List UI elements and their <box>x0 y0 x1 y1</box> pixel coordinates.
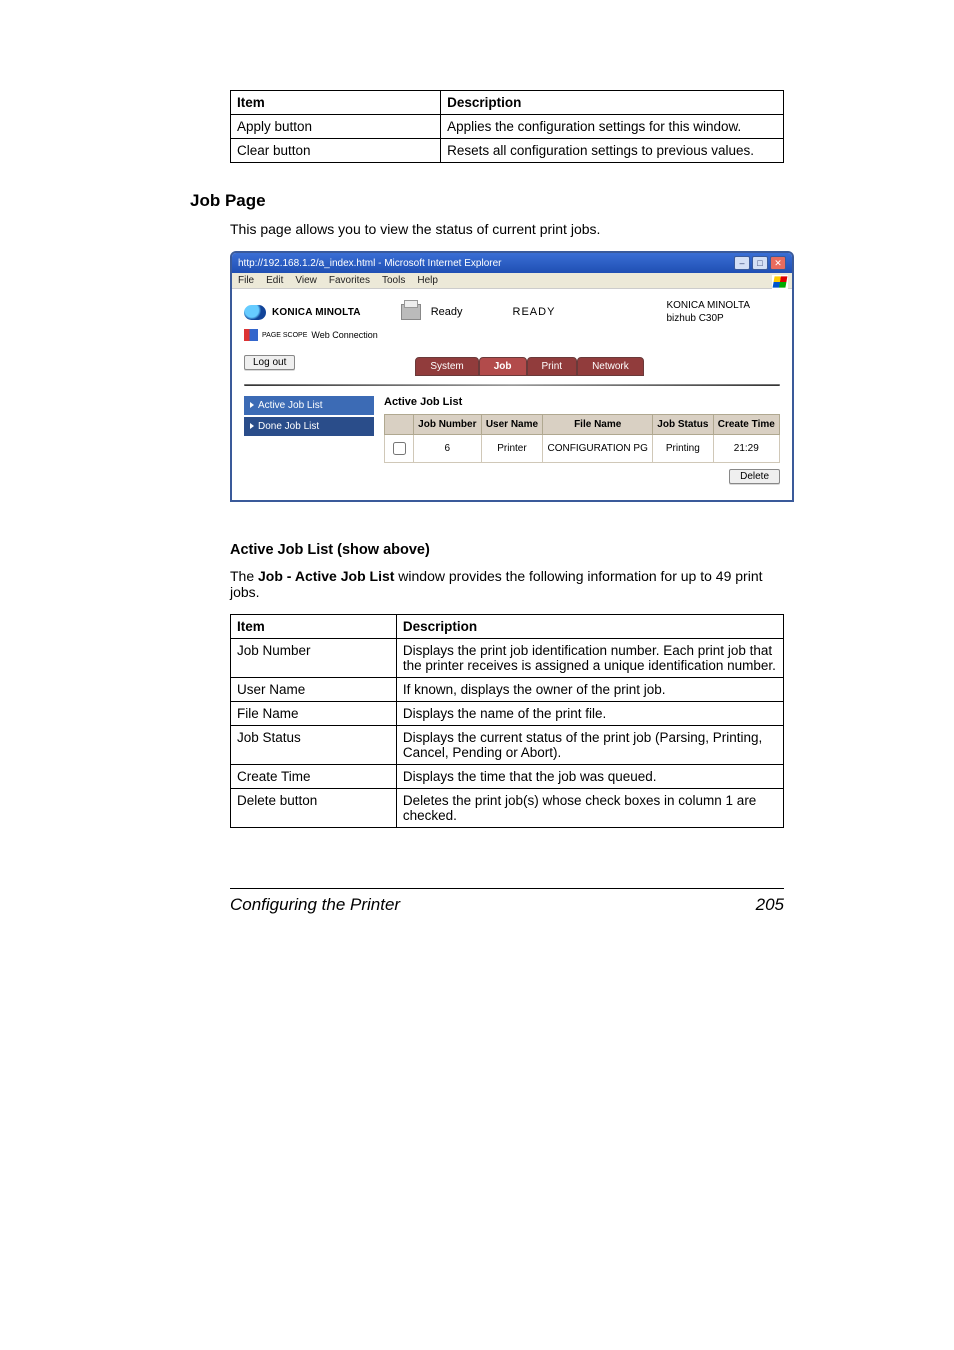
col-jobno: Job Number <box>414 415 482 435</box>
col-time: Create Time <box>713 415 779 435</box>
cell-jobno: 6 <box>414 435 482 463</box>
details-header-desc: Description <box>396 615 783 639</box>
job-details-table: Item Description Job NumberDisplays the … <box>230 614 784 828</box>
pagescope-icon <box>244 329 258 341</box>
details-item: Job Status <box>231 726 397 765</box>
tab-print[interactable]: Print <box>527 357 578 376</box>
header-item: Item <box>231 91 441 115</box>
tab-job[interactable]: Job <box>479 357 527 376</box>
joblist-title: Active Job List <box>384 396 780 408</box>
sidebar-item-done-jobs[interactable]: Done Job List <box>244 417 374 436</box>
intro-prefix: The <box>230 568 258 584</box>
ie-menubar: File Edit View Favorites Tools Help <box>232 273 792 289</box>
menu-favorites[interactable]: Favorites <box>329 275 370 286</box>
window-title: http://192.168.1.2/a_index.html - Micros… <box>238 258 501 269</box>
details-item: Delete button <box>231 789 397 828</box>
ready-status: READY <box>513 306 556 318</box>
window-titlebar: http://192.168.1.2/a_index.html - Micros… <box>232 253 792 273</box>
menu-file[interactable]: File <box>238 275 254 286</box>
job-page-heading: Job Page <box>190 191 784 211</box>
clear-button-desc: Resets all configuration settings to pre… <box>441 139 784 163</box>
cell-user: Printer <box>481 435 543 463</box>
minimize-icon[interactable]: – <box>734 256 750 270</box>
intro-bold: Job - Active Job List <box>258 568 394 584</box>
cell-file: CONFIGURATION PG <box>543 435 653 463</box>
device-model: bizhub C30P <box>666 313 723 324</box>
details-item: User Name <box>231 678 397 702</box>
joblist-panel: Active Job List Job Number User Name Fil… <box>384 396 780 484</box>
header-desc: Description <box>441 91 784 115</box>
cell-status: Printing <box>653 435 713 463</box>
tab-network[interactable]: Network <box>577 357 644 376</box>
details-desc: If known, displays the owner of the prin… <box>396 678 783 702</box>
globe-icon <box>244 305 266 320</box>
tab-system[interactable]: System <box>415 357 478 376</box>
ie-flag-icon <box>772 275 788 289</box>
maximize-icon[interactable]: □ <box>752 256 768 270</box>
device-brand: KONICA MINOLTA <box>666 300 750 311</box>
col-checkbox <box>385 415 414 435</box>
clear-button-item: Clear button <box>231 139 441 163</box>
km-brand-text: KONICA MINOLTA <box>272 307 361 318</box>
menu-tools[interactable]: Tools <box>382 275 405 286</box>
km-logo: KONICA MINOLTA <box>244 305 361 320</box>
job-page-intro: This page allows you to view the status … <box>230 221 784 237</box>
device-info: KONICA MINOLTA bizhub C30P <box>666 299 780 325</box>
details-desc: Displays the name of the print file. <box>396 702 783 726</box>
details-item: File Name <box>231 702 397 726</box>
col-status: Job Status <box>653 415 713 435</box>
footer-section-title: Configuring the Printer <box>230 895 400 915</box>
apply-button-item: Apply button <box>231 115 441 139</box>
delete-button[interactable]: Delete <box>729 469 780 484</box>
settings-buttons-table: Item Description Apply button Applies th… <box>230 90 784 163</box>
details-item: Create Time <box>231 765 397 789</box>
divider <box>244 384 780 386</box>
details-desc: Displays the print job identification nu… <box>396 639 783 678</box>
menu-view[interactable]: View <box>295 275 317 286</box>
menu-edit[interactable]: Edit <box>266 275 283 286</box>
details-header-item: Item <box>231 615 397 639</box>
nav-tabs: System Job Print Network <box>415 357 643 376</box>
active-joblist-heading: Active Job List (show above) <box>230 542 784 558</box>
pagescope-prefix: PAGE SCOPE <box>262 332 307 339</box>
sidebar-item-label: Active Job List <box>258 400 322 411</box>
table-row: 6 Printer CONFIGURATION PG Printing 21:2… <box>385 435 780 463</box>
details-desc: Deletes the print job(s) whose check box… <box>396 789 783 828</box>
details-item: Job Number <box>231 639 397 678</box>
header-row: KONICA MINOLTA Ready READY KONICA MINOLT… <box>244 299 780 325</box>
sidebar-item-active-jobs[interactable]: Active Job List <box>244 396 374 415</box>
ready-label: Ready <box>431 306 463 318</box>
details-desc: Displays the current status of the print… <box>396 726 783 765</box>
col-user: User Name <box>481 415 543 435</box>
cell-time: 21:29 <box>713 435 779 463</box>
logout-button[interactable]: Log out <box>244 355 295 370</box>
close-icon[interactable]: ✕ <box>770 256 786 270</box>
ie-window: http://192.168.1.2/a_index.html - Micros… <box>230 251 794 502</box>
col-file: File Name <box>543 415 653 435</box>
pagescope-line: PAGE SCOPE Web Connection <box>244 329 780 341</box>
printer-icon <box>401 304 421 320</box>
sidebar-item-label: Done Job List <box>258 421 319 432</box>
sidebar: Active Job List Done Job List <box>244 396 374 484</box>
menu-help[interactable]: Help <box>417 275 438 286</box>
active-joblist-intro: The Job - Active Job List window provide… <box>230 568 784 600</box>
footer-page-number: 205 <box>756 895 784 915</box>
row-checkbox[interactable] <box>393 442 406 455</box>
page-footer: Configuring the Printer 205 <box>230 888 784 915</box>
job-table: Job Number User Name File Name Job Statu… <box>384 414 780 463</box>
apply-button-desc: Applies the configuration settings for t… <box>441 115 784 139</box>
details-desc: Displays the time that the job was queue… <box>396 765 783 789</box>
pagescope-label: Web Connection <box>311 330 377 340</box>
